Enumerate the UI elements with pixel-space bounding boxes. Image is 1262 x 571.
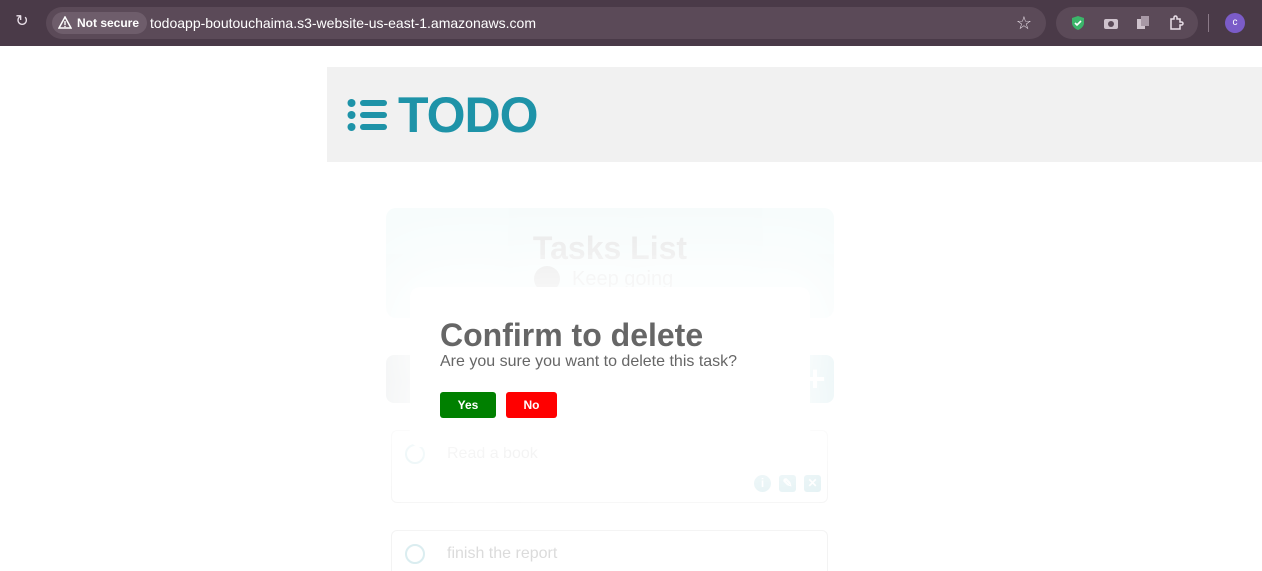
shield-extension-icon[interactable] xyxy=(1069,14,1087,32)
app-header: TODO xyxy=(327,67,1262,162)
no-button[interactable]: No xyxy=(506,392,557,418)
reload-icon[interactable]: ↻ xyxy=(12,12,32,32)
task-text: finish the report xyxy=(447,545,558,562)
dialog-message: Are you sure you want to delete this tas… xyxy=(440,353,738,370)
dialog-title: Confirm to delete xyxy=(440,317,704,353)
yes-button[interactable]: Yes xyxy=(440,392,496,418)
profile-avatar[interactable]: c xyxy=(1225,13,1245,33)
security-chip[interactable]: Not secure xyxy=(52,12,148,34)
url-text[interactable]: todoapp-boutouchaima.s3-website-us-east-… xyxy=(150,7,536,39)
task-actions: i ✎ ✕ xyxy=(754,475,821,492)
bookmark-star-icon[interactable]: ☆ xyxy=(1016,13,1032,33)
app-title: TODO xyxy=(398,87,539,143)
tasks-title: Tasks List xyxy=(532,230,688,266)
warning-icon xyxy=(58,16,72,29)
security-label: Not secure xyxy=(77,16,140,30)
task-item: finish the report xyxy=(391,530,828,571)
trash-icon[interactable]: ✕ xyxy=(804,475,821,492)
puzzle-extensions-icon[interactable] xyxy=(1167,14,1185,32)
task-text: Read a book xyxy=(447,445,538,462)
toolbar-divider xyxy=(1208,14,1209,32)
browser-toolbar: ↻ Not secure todoapp-boutouchaima.s3-web… xyxy=(0,0,1262,46)
confirm-delete-dialog: Confirm to delete Are you sure you want … xyxy=(410,287,810,447)
address-bar[interactable]: Not secure todoapp-boutouchaima.s3-websi… xyxy=(46,7,1046,39)
task-complete-toggle[interactable] xyxy=(405,544,425,564)
task-complete-toggle[interactable] xyxy=(405,444,425,464)
edit-icon[interactable]: ✎ xyxy=(779,475,796,492)
extensions-group xyxy=(1056,7,1198,39)
camera-extension-icon[interactable] xyxy=(1102,14,1120,32)
info-icon[interactable]: i xyxy=(754,475,771,492)
copy-extension-icon[interactable] xyxy=(1134,14,1152,32)
list-icon xyxy=(347,99,387,131)
